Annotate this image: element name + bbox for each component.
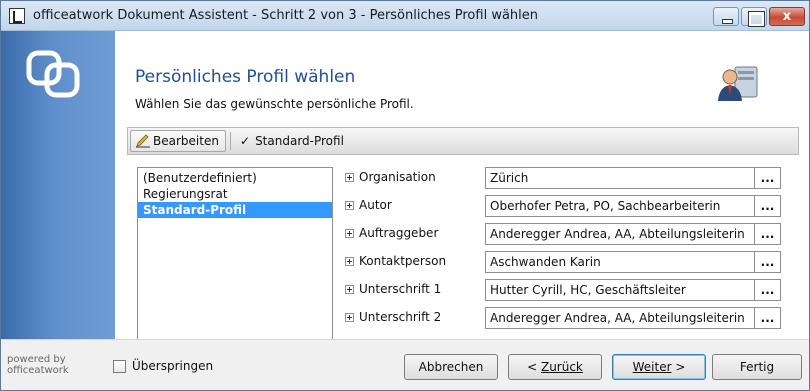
- kontaktperson-field[interactable]: Aschwanden Karin: [485, 251, 755, 273]
- expand-icon[interactable]: [345, 285, 354, 294]
- profile-list[interactable]: (Benutzerdefiniert) Regierungsrat Standa…: [137, 167, 333, 359]
- next-suffix: >: [671, 360, 686, 374]
- user-profile-icon: [718, 66, 758, 101]
- close-button[interactable]: x: [769, 7, 805, 26]
- property-label: Kontaktperson: [359, 254, 447, 268]
- edit-button-label: Bearbeiten: [153, 134, 219, 148]
- profile-item[interactable]: (Benutzerdefiniert): [138, 170, 332, 186]
- maximize-button[interactable]: [741, 7, 767, 27]
- organisation-field[interactable]: Zürich: [485, 167, 755, 189]
- button-bar: powered by officeatwork Überspringen Abb…: [1, 339, 809, 390]
- property-row-autor: Autor Oberhofer Petra, PO, Sachbearbeite…: [343, 195, 783, 217]
- unterschrift-1-field[interactable]: Hutter Cyrill, HC, Geschäftsleiter: [485, 279, 755, 301]
- expand-icon[interactable]: [345, 201, 354, 210]
- close-icon: x: [782, 9, 792, 24]
- property-row-kontaktperson: Kontaktperson Aschwanden Karin ...: [343, 251, 783, 273]
- powered-by-line: powered by: [7, 354, 66, 365]
- page-subtitle: Wählen Sie das gewünschte persönliche Pr…: [135, 97, 414, 111]
- property-row-auftraggeber: Auftraggeber Anderegger Andrea, AA, Abte…: [343, 223, 783, 245]
- browse-button[interactable]: ...: [755, 251, 781, 273]
- sidebar: [1, 31, 115, 339]
- powered-by-brand: officeatwork: [7, 365, 69, 376]
- browse-button[interactable]: ...: [755, 307, 781, 329]
- property-label: Auftraggeber: [359, 226, 439, 240]
- profile-item-selected[interactable]: Standard-Profil: [138, 202, 332, 218]
- browse-button[interactable]: ...: [755, 223, 781, 245]
- title-bar: officeatwork Dokument Assistent - Schrit…: [1, 1, 809, 31]
- finish-button[interactable]: Fertig: [712, 354, 802, 380]
- expand-icon[interactable]: [345, 229, 354, 238]
- expand-icon[interactable]: [345, 257, 354, 266]
- property-row-unterschrift-1: Unterschrift 1 Hutter Cyrill, HC, Geschä…: [343, 279, 783, 301]
- property-row-organisation: Organisation Zürich ...: [343, 167, 783, 189]
- pencil-icon: [136, 134, 150, 148]
- profile-toolbar: Bearbeiten ✓ Standard-Profil: [127, 127, 799, 155]
- expand-icon[interactable]: [345, 173, 354, 182]
- standard-profile-label: Standard-Profil: [255, 134, 344, 148]
- toolbar-divider: [230, 132, 231, 150]
- next-label: Weiter: [632, 360, 672, 374]
- property-label: Autor: [359, 198, 392, 212]
- app-icon: [9, 8, 25, 24]
- back-button[interactable]: < Zurück: [508, 354, 602, 380]
- checkmark-icon: ✓: [240, 134, 251, 148]
- browse-button[interactable]: ...: [755, 195, 781, 217]
- browse-button[interactable]: ...: [755, 167, 781, 189]
- minimize-button[interactable]: [713, 7, 739, 26]
- property-label: Unterschrift 1: [359, 282, 442, 296]
- officeatwork-logo-icon: [26, 50, 80, 98]
- browse-button[interactable]: ...: [755, 279, 781, 301]
- back-prefix: <: [527, 360, 541, 374]
- property-row-unterschrift-2: Unterschrift 2 Anderegger Andrea, AA, Ab…: [343, 307, 783, 329]
- autor-field[interactable]: Oberhofer Petra, PO, Sachbearbeiterin: [485, 195, 755, 217]
- next-button[interactable]: Weiter >: [612, 354, 706, 380]
- property-label: Unterschrift 2: [359, 310, 442, 324]
- window-title: officeatwork Dokument Assistent - Schrit…: [33, 8, 539, 23]
- page-title: Persönliches Profil wählen: [135, 67, 356, 87]
- standard-profile-toggle[interactable]: ✓ Standard-Profil: [236, 130, 350, 152]
- dialog-window: officeatwork Dokument Assistent - Schrit…: [0, 0, 810, 391]
- edit-button[interactable]: Bearbeiten: [130, 130, 226, 152]
- auftraggeber-field[interactable]: Anderegger Andrea, AA, Abteilungsleiteri…: [485, 223, 755, 245]
- expand-icon[interactable]: [345, 313, 354, 322]
- powered-by-text: powered by officeatwork: [7, 354, 69, 376]
- back-label: Zurück: [540, 360, 583, 374]
- cancel-button[interactable]: Abbrechen: [404, 354, 498, 380]
- profile-item[interactable]: Regierungsrat: [138, 186, 332, 202]
- property-label: Organisation: [359, 170, 436, 184]
- skip-checkbox[interactable]: [113, 360, 126, 373]
- main-panel: Persönliches Profil wählen Wählen Sie da…: [115, 31, 809, 359]
- skip-checkbox-label[interactable]: Überspringen: [132, 359, 213, 373]
- unterschrift-2-field[interactable]: Anderegger Andrea, AA, Abteilungsleiteri…: [485, 307, 755, 329]
